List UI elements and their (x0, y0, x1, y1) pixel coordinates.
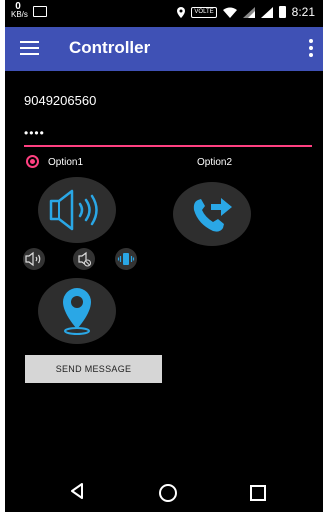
call-forward-button[interactable] (173, 182, 251, 246)
option1-radio[interactable] (26, 155, 39, 168)
volume-icon (25, 251, 41, 267)
send-message-button[interactable]: SEND MESSAGE (25, 355, 162, 383)
network-speed: 0 KB/s (11, 2, 28, 19)
page-title: Controller (69, 38, 151, 57)
menu-icon[interactable] (20, 41, 39, 57)
status-bar: 0 KB/s VOLTE 8:21 (5, 0, 323, 25)
network-speed-unit: KB/s (11, 10, 28, 19)
call-forward-icon (193, 198, 232, 232)
phone-screen: 0 KB/s VOLTE 8:21 Controller 9049206560 … (5, 0, 323, 512)
option1-label[interactable]: Option1 (48, 157, 83, 168)
phone-number-field[interactable]: 9049206560 (24, 93, 96, 108)
overflow-menu-icon[interactable] (309, 39, 313, 57)
image-notification-icon (33, 5, 47, 17)
speaker-button[interactable] (38, 177, 116, 243)
battery-icon (278, 6, 286, 18)
volte-badge: VOLTE (191, 6, 217, 18)
password-field-underline (24, 145, 312, 147)
navigation-bar (5, 470, 323, 512)
signal-icon (260, 6, 273, 18)
option2-label[interactable]: Option2 (197, 157, 232, 168)
recent-apps-icon[interactable] (250, 485, 266, 501)
home-icon[interactable] (159, 484, 177, 502)
app-bar: Controller (5, 27, 323, 71)
location-button[interactable] (38, 278, 116, 344)
status-time: 8:21 (291, 5, 315, 19)
silent-icon (78, 251, 91, 267)
password-field[interactable]: •••• (24, 126, 45, 140)
vibrate-icon (117, 253, 135, 265)
vibrate-mode-button[interactable] (115, 248, 137, 270)
location-status-icon (177, 6, 186, 18)
wifi-icon (222, 7, 237, 18)
signal-lte-icon (242, 6, 255, 18)
back-icon[interactable] (70, 483, 84, 499)
speaker-icon (49, 189, 98, 231)
normal-mode-button[interactable] (23, 248, 45, 270)
silent-mode-button[interactable] (73, 248, 95, 270)
location-pin-icon (63, 288, 91, 335)
